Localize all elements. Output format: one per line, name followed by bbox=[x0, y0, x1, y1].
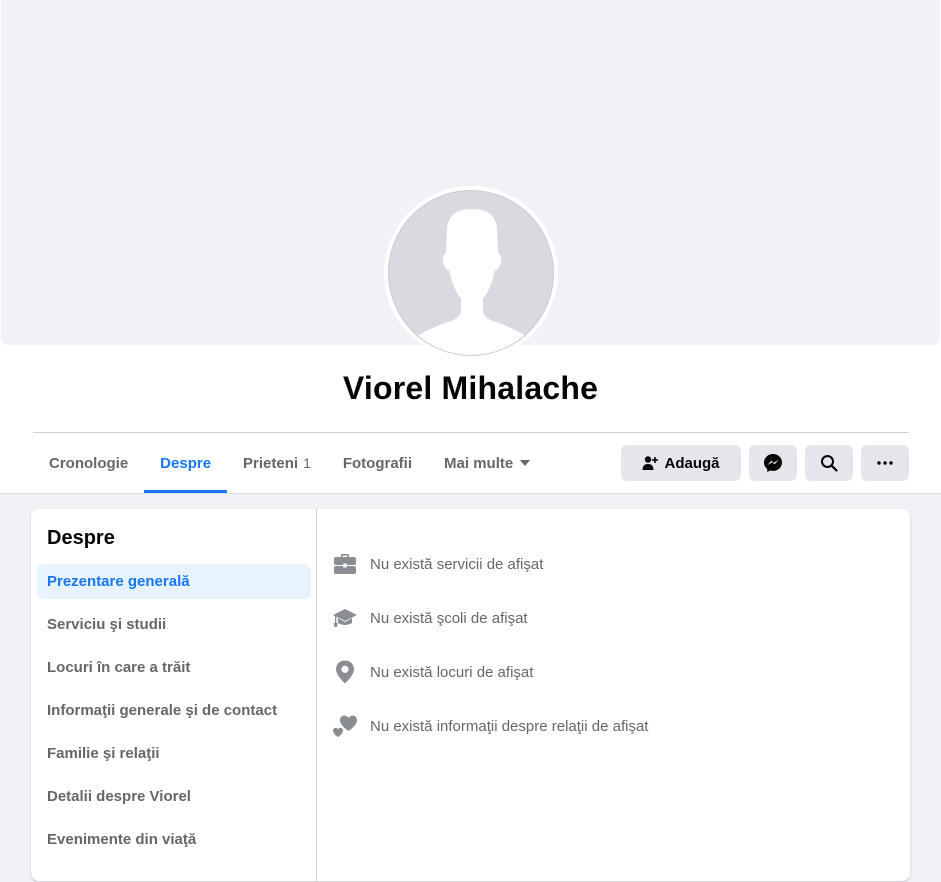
tab-mai-multe[interactable]: Mai multe bbox=[428, 433, 547, 493]
header-bottom-border bbox=[0, 493, 941, 494]
sidebar-item-life-events[interactable]: Evenimente din viaţă bbox=[37, 822, 311, 857]
about-title: Despre bbox=[47, 527, 115, 549]
overview-row-work: Nu există servicii de afişat bbox=[332, 537, 648, 591]
hearts-icon bbox=[332, 713, 358, 739]
profile-name: Viorel Mihalache bbox=[342, 370, 599, 406]
caret-down-icon bbox=[520, 460, 531, 466]
sidebar-item-details[interactable]: Detalii despre Viorel bbox=[37, 779, 311, 814]
sidebar-item-places-lived[interactable]: Locuri în care a trăit bbox=[37, 650, 311, 685]
profile-actions: Adaugă bbox=[621, 445, 909, 481]
friends-count: 1 bbox=[303, 455, 311, 471]
add-friend-label: Adaugă bbox=[664, 454, 720, 472]
avatar[interactable] bbox=[384, 186, 558, 360]
messenger-icon bbox=[764, 454, 782, 472]
about-card: Despre Prezentare generală Serviciu şi s… bbox=[31, 509, 910, 881]
profile-header: Viorel Mihalache Cronologie Despre Priet… bbox=[0, 0, 941, 493]
overview-row-places: Nu există locuri de afişat bbox=[332, 645, 648, 699]
graduation-cap-icon bbox=[332, 605, 358, 631]
search-button[interactable] bbox=[805, 445, 853, 481]
add-friend-icon bbox=[642, 456, 659, 470]
messenger-button[interactable] bbox=[749, 445, 797, 481]
overview-row-relationships: Nu există informaţii despre relaţii de a… bbox=[332, 699, 648, 753]
tab-prieteni[interactable]: Prieteni 1 bbox=[227, 433, 327, 493]
sidebar-item-contact-info[interactable]: Informaţii generale şi de contact bbox=[37, 693, 311, 728]
tab-label: Mai multe bbox=[444, 454, 514, 472]
overview-text: Nu există servicii de afişat bbox=[370, 555, 544, 573]
tab-fotografii[interactable]: Fotografii bbox=[327, 433, 428, 493]
tab-despre[interactable]: Despre bbox=[144, 433, 227, 493]
about-overview: Nu există servicii de afişat Nu există ş… bbox=[332, 537, 648, 753]
briefcase-icon bbox=[332, 551, 358, 577]
tab-label: Despre bbox=[160, 454, 212, 472]
tab-label: Prieteni bbox=[243, 454, 299, 472]
add-friend-button[interactable]: Adaugă bbox=[621, 445, 741, 481]
overview-text: Nu există locuri de afişat bbox=[370, 663, 534, 681]
sidebar-item-family-relationships[interactable]: Familie şi relaţii bbox=[37, 736, 311, 771]
overview-text: Nu există informaţii despre relaţii de a… bbox=[370, 717, 649, 735]
overview-text: Nu există şcoli de afişat bbox=[370, 609, 528, 627]
search-icon bbox=[821, 455, 838, 472]
more-dots-icon bbox=[877, 461, 893, 465]
tab-label: Fotografii bbox=[342, 454, 413, 472]
default-avatar-icon bbox=[388, 190, 554, 356]
more-button[interactable] bbox=[861, 445, 909, 481]
sidebar-item-work-education[interactable]: Serviciu şi studii bbox=[37, 607, 311, 642]
profile-tabs: Cronologie Despre Prieteni 1 Fotografii … bbox=[33, 433, 547, 493]
sidebar-item-overview[interactable]: Prezentare generală bbox=[37, 564, 311, 599]
tab-cronologie[interactable]: Cronologie bbox=[33, 433, 144, 493]
about-sidebar-list: Prezentare generală Serviciu şi studii L… bbox=[37, 564, 311, 865]
overview-row-education: Nu există şcoli de afişat bbox=[332, 591, 648, 645]
location-pin-icon bbox=[332, 659, 358, 685]
tab-label: Cronologie bbox=[49, 454, 129, 472]
about-sidebar: Despre Prezentare generală Serviciu şi s… bbox=[31, 509, 317, 881]
